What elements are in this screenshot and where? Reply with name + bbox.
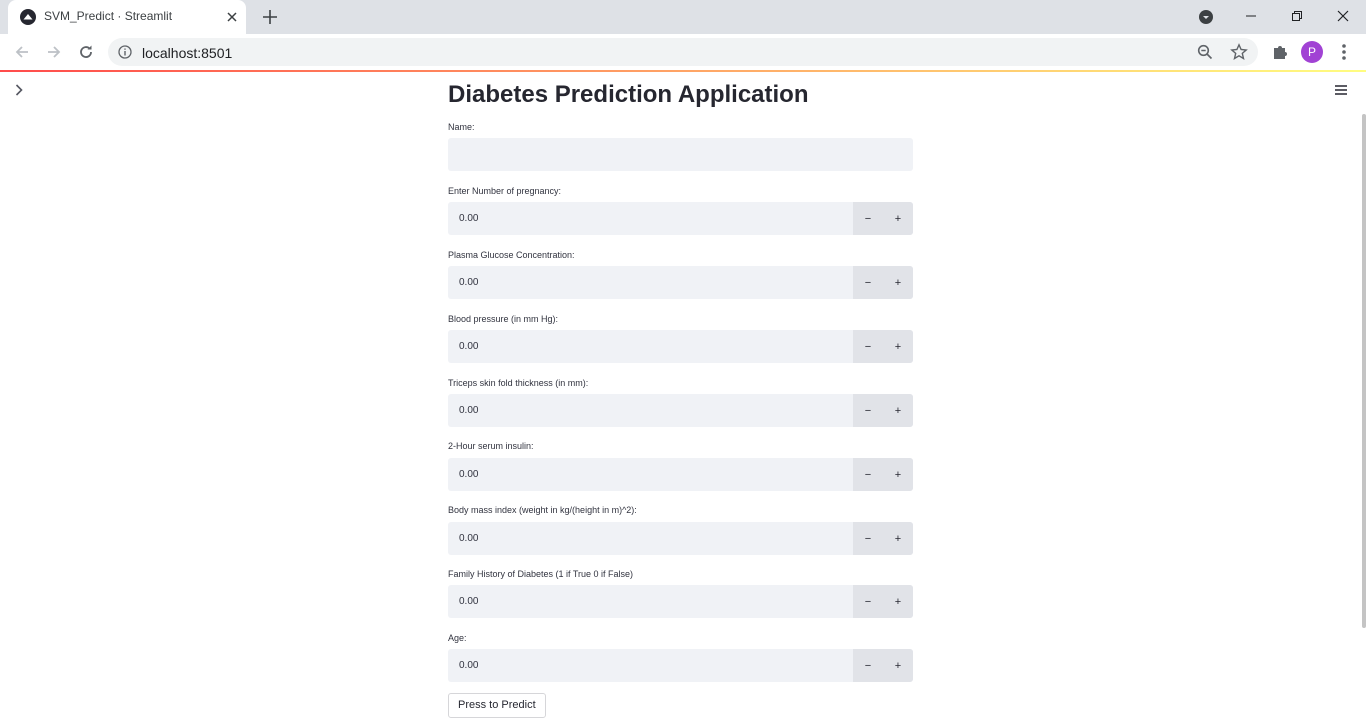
star-icon[interactable]: [1230, 43, 1248, 61]
restore-icon: [1292, 11, 1302, 21]
scrollbar[interactable]: [1362, 114, 1366, 628]
bmi-value[interactable]: 0.00: [459, 533, 478, 544]
browser-tab-strip: SVM_Predict · Streamlit: [0, 0, 1366, 34]
address-bar[interactable]: localhost:8501: [108, 38, 1258, 66]
pregnancy-increment-button[interactable]: +: [883, 202, 913, 235]
tab-title: SVM_Predict · Streamlit: [44, 9, 173, 23]
plus-icon[interactable]: [260, 7, 280, 27]
predict-button[interactable]: Press to Predict: [448, 693, 546, 718]
pregnancy-value[interactable]: 0.00: [459, 213, 478, 224]
close-icon[interactable]: [224, 9, 240, 25]
insulin-number-input[interactable]: 0.00 − +: [448, 458, 913, 491]
glucose-increment-button[interactable]: +: [883, 266, 913, 299]
age-decrement-button[interactable]: −: [853, 649, 883, 682]
family-history-increment-button[interactable]: +: [883, 585, 913, 618]
forward-arrow-icon: [48, 46, 61, 58]
minimize-button[interactable]: [1228, 0, 1274, 32]
family-history-label: Family History of Diabetes (1 if True 0 …: [448, 569, 634, 579]
chevron-right-icon[interactable]: [11, 82, 27, 98]
triceps-number-input[interactable]: 0.00 − +: [448, 394, 913, 427]
blood-pressure-increment-button[interactable]: +: [883, 330, 913, 363]
more-vert-icon[interactable]: [1336, 42, 1352, 62]
insulin-label: 2-Hour serum insulin:: [448, 441, 534, 451]
pregnancy-label: Enter Number of pregnancy:: [448, 186, 562, 196]
pregnancy-decrement-button[interactable]: −: [853, 202, 883, 235]
age-number-input[interactable]: 0.00 − +: [448, 649, 913, 682]
browser-tab-active[interactable]: SVM_Predict · Streamlit: [8, 0, 246, 34]
tab-search-icon[interactable]: [1196, 7, 1216, 27]
back-button[interactable]: [10, 40, 34, 64]
app-viewport: Diabetes Prediction Application Name: En…: [0, 72, 1366, 718]
glucose-label: Plasma Glucose Concentration:: [448, 250, 575, 260]
bmi-label: Body mass index (weight in kg/(height in…: [448, 505, 637, 515]
zoom-icon[interactable]: [1197, 44, 1213, 60]
page-title: Diabetes Prediction Application: [448, 81, 809, 108]
info-icon[interactable]: [118, 45, 132, 59]
back-arrow-icon: [15, 46, 28, 58]
glucose-number-input[interactable]: 0.00 − +: [448, 266, 913, 299]
insulin-increment-button[interactable]: +: [883, 458, 913, 491]
forward-button[interactable]: [42, 40, 66, 64]
age-label: Age:: [448, 633, 467, 643]
streamlit-favicon-icon: [20, 9, 36, 25]
puzzle-icon[interactable]: [1270, 42, 1290, 62]
family-history-number-input[interactable]: 0.00 − +: [448, 585, 913, 618]
window-close-icon: [1337, 10, 1349, 22]
triceps-increment-button[interactable]: +: [883, 394, 913, 427]
name-label: Name:: [448, 122, 475, 132]
triceps-value[interactable]: 0.00: [459, 405, 478, 416]
insulin-decrement-button[interactable]: −: [853, 458, 883, 491]
age-increment-button[interactable]: +: [883, 649, 913, 682]
name-input[interactable]: [448, 138, 913, 171]
bmi-number-input[interactable]: 0.00 − +: [448, 522, 913, 555]
bmi-decrement-button[interactable]: −: [853, 522, 883, 555]
hamburger-menu-icon[interactable]: [1334, 83, 1348, 97]
blood-pressure-number-input[interactable]: 0.00 − +: [448, 330, 913, 363]
restore-button[interactable]: [1274, 0, 1320, 32]
family-history-decrement-button[interactable]: −: [853, 585, 883, 618]
glucose-value[interactable]: 0.00: [459, 277, 478, 288]
age-value[interactable]: 0.00: [459, 660, 478, 671]
blood-pressure-decrement-button[interactable]: −: [853, 330, 883, 363]
bmi-increment-button[interactable]: +: [883, 522, 913, 555]
reload-icon: [80, 45, 92, 58]
pregnancy-number-input[interactable]: 0.00 − +: [448, 202, 913, 235]
window-close-button[interactable]: [1320, 0, 1366, 32]
triceps-label: Triceps skin fold thickness (in mm):: [448, 378, 589, 388]
blood-pressure-label: Blood pressure (in mm Hg):: [448, 314, 559, 324]
blood-pressure-value[interactable]: 0.00: [459, 341, 478, 352]
triceps-decrement-button[interactable]: −: [853, 394, 883, 427]
reload-button[interactable]: [74, 40, 98, 64]
url-text[interactable]: localhost:8501: [142, 45, 232, 61]
profile-avatar[interactable]: P: [1301, 41, 1323, 63]
glucose-decrement-button[interactable]: −: [853, 266, 883, 299]
insulin-value[interactable]: 0.00: [459, 469, 478, 480]
family-history-value[interactable]: 0.00: [459, 596, 478, 607]
browser-toolbar: localhost:8501 P: [0, 34, 1366, 70]
minimize-icon: [1246, 15, 1256, 17]
